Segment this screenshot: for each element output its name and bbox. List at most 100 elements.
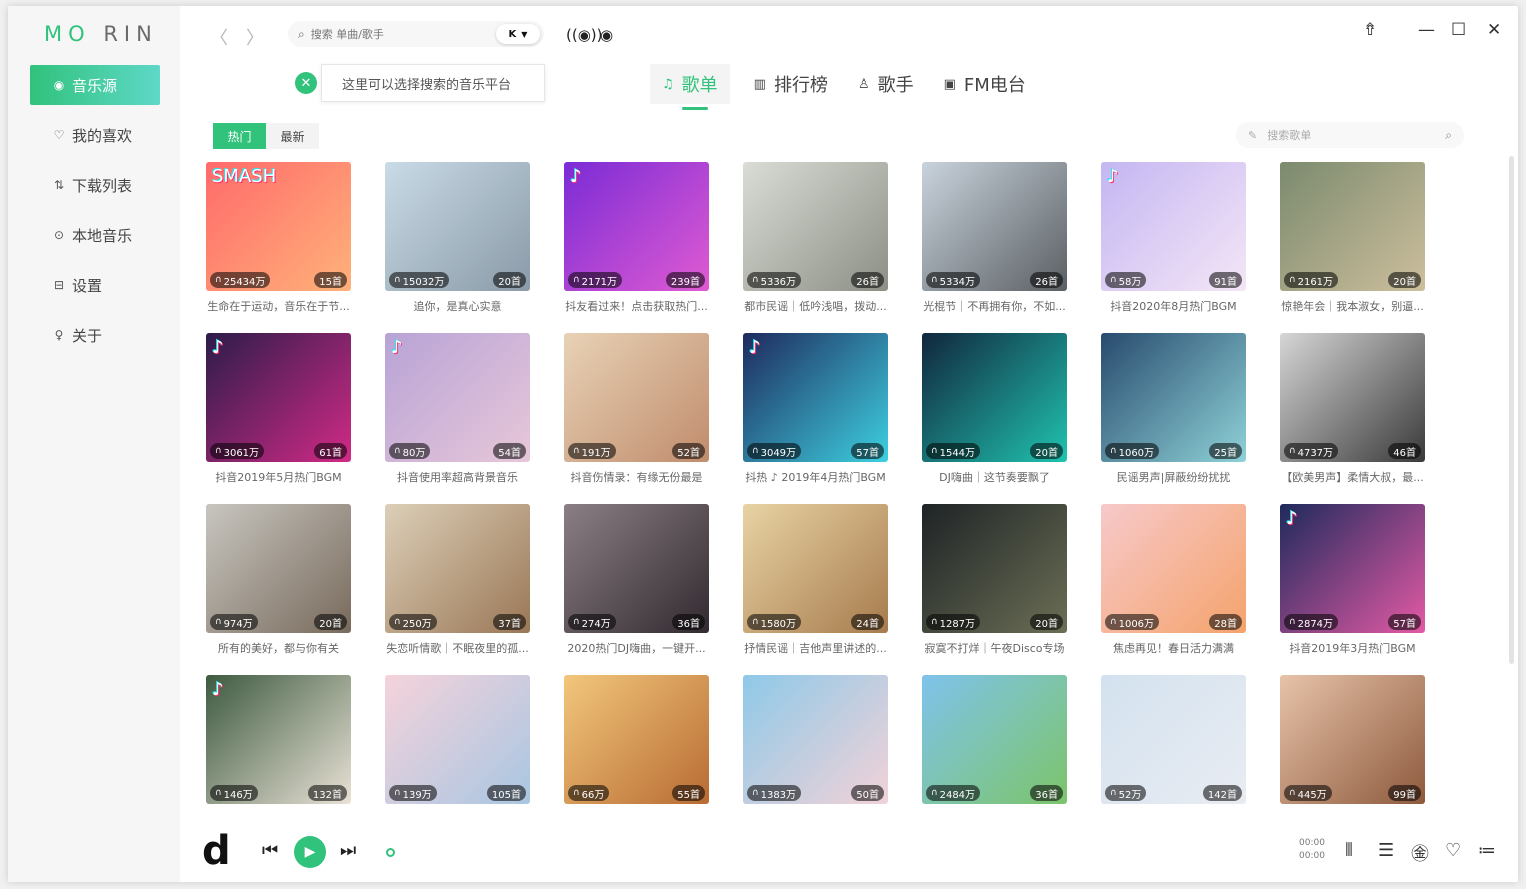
scrollbar[interactable] (1509, 156, 1514, 664)
playlist-cover[interactable]: ∩ 1060万 25首 (1101, 333, 1246, 462)
playlist-title[interactable]: 追你，是真心实意 (385, 298, 530, 314)
maximize-icon[interactable]: ☐ (1451, 20, 1466, 40)
forward-arrow-icon[interactable]: 〉 (246, 24, 264, 50)
play-mode-icon[interactable] (386, 848, 395, 857)
playlist-cover[interactable]: ∩ 5336万 26首 (743, 162, 888, 291)
playlist-title[interactable]: 抖音2019年5月热门BGM (206, 469, 351, 485)
playlist-cover[interactable]: ♪ ∩ 58万 91首 (1101, 162, 1246, 291)
playlist-card[interactable]: ∩ 191万 52首抖音伤情录：有缘无份最是 (564, 333, 709, 485)
playlist-title[interactable]: 抖音2020年8月热门BGM (1101, 298, 1246, 314)
playlist-cover[interactable]: ♪ ∩ 2874万 57首 (1280, 504, 1425, 633)
playlist-cover[interactable]: ∩ 4737万 46首 (1280, 333, 1425, 462)
playlist-cover[interactable]: ♪ ∩ 3049万 57首 (743, 333, 888, 462)
close-window-icon[interactable]: ✕ (1487, 20, 1501, 40)
playlist-title[interactable]: 失恋听情歌｜不眠夜里的孤... (385, 640, 530, 656)
playlist-card[interactable]: ∩ 2161万 20首惊艳年会｜我本淑女，别逼... (1280, 162, 1425, 314)
equalizer-icon[interactable]: ⦀ (1345, 840, 1353, 861)
playlist-title[interactable]: 抖热 ♪ 2019年4月热门BGM (743, 469, 888, 485)
sidebar-item-4[interactable]: ⊟ 设置 (30, 265, 160, 305)
playlist-cover[interactable]: ∩ 2161万 20首 (1280, 162, 1425, 291)
playlist-title[interactable]: 焦虑再见！春日活力满满 (1101, 640, 1246, 656)
playlist-card[interactable]: ∩ 2484万 36首 (922, 675, 1067, 804)
playlist-title[interactable]: 生命在于运动，音乐在于节... (206, 298, 351, 314)
playlist-card[interactable]: ∩ 1287万 20首寂寞不打烊｜午夜Disco专场 (922, 504, 1067, 656)
sidebar-item-3[interactable]: ⊙ 本地音乐 (30, 215, 160, 255)
playlist-card[interactable]: ∩ 445万 99首 (1280, 675, 1425, 804)
playlist-title[interactable]: 所有的美好，都与你有关 (206, 640, 351, 656)
playlist-search[interactable]: ✎ 搜索歌单 ⌕ (1236, 122, 1464, 148)
playlist-card[interactable]: ∩ 5336万 26首都市民谣｜低吟浅唱，拨动... (743, 162, 888, 314)
playlist-card[interactable]: ∩ 1006万 28首焦虑再见！春日活力满满 (1101, 504, 1246, 656)
playlist-card[interactable]: ∩ 5334万 26首光棍节｜不再拥有你，不如... (922, 162, 1067, 314)
subtab-1[interactable]: 最新 (266, 123, 319, 149)
playlist-cover[interactable]: ♪ ∩ 2171万 239首 (564, 162, 709, 291)
sidebar-item-5[interactable]: ♀ 关于 (30, 315, 160, 355)
playlist-card[interactable]: ∩ 1060万 25首民谣男声|屏蔽纷纷扰扰 (1101, 333, 1246, 485)
playlist-title[interactable]: 惊艳年会｜我本淑女，别逼... (1280, 298, 1425, 314)
playlist-card[interactable]: ∩ 1383万 50首 (743, 675, 888, 804)
playlist-cover[interactable]: ∩ 1287万 20首 (922, 504, 1067, 633)
sound-effects-icon[interactable]: ☰ (1378, 840, 1394, 861)
playlist-cover[interactable]: ∩ 1580万 24首 (743, 504, 888, 633)
playlist-cover[interactable]: ∩ 2484万 36首 (922, 675, 1067, 804)
playlist-card[interactable]: SMASH ∩ 25434万 15首生命在于运动，音乐在于节... (206, 162, 351, 314)
record-disc-icon[interactable]: ◉ (600, 26, 613, 44)
playlist-cover[interactable]: SMASH ∩ 25434万 15首 (206, 162, 351, 291)
playlist-card[interactable]: ♪ ∩ 3061万 61首抖音2019年5月热门BGM (206, 333, 351, 485)
listen-recognize-icon[interactable]: ((◉)) (566, 26, 603, 44)
playlist-card[interactable]: ♪ ∩ 2874万 57首抖音2019年3月热门BGM (1280, 504, 1425, 656)
search-input[interactable] (310, 27, 471, 41)
playlist-title[interactable]: 抖音伤情录：有缘无份最是 (564, 469, 709, 485)
playlist-card[interactable]: ∩ 1544万 20首 DJ嗨曲｜这节奏要飘了 (922, 333, 1067, 485)
tab-2[interactable]: ♙ 歌手 (852, 64, 920, 104)
playlist-title[interactable]: 民谣男声|屏蔽纷纷扰扰 (1101, 469, 1246, 485)
playlist-title[interactable]: DJ嗨曲｜这节奏要飘了 (922, 469, 1067, 485)
playlist-cover[interactable]: ♪ ∩ 80万 54首 (385, 333, 530, 462)
playlist-card[interactable]: ∩ 52万 142首 (1101, 675, 1246, 804)
back-arrow-icon[interactable]: 〈 (210, 24, 228, 50)
playlist-title[interactable]: 【欧美男声】柔情大叔，最... (1280, 469, 1425, 485)
playlist-cover[interactable]: ∩ 1006万 28首 (1101, 504, 1246, 633)
playlist-title[interactable]: 寂寞不打烊｜午夜Disco专场 (922, 640, 1067, 656)
previous-icon[interactable]: ⏮ (262, 840, 278, 861)
tab-0[interactable]: ♫ 歌单 (650, 64, 730, 110)
playlist-cover[interactable]: ∩ 974万 20首 (206, 504, 351, 633)
playlist-title[interactable]: 抖音2019年3月热门BGM (1280, 640, 1425, 656)
playlist-card[interactable]: ∩ 66万 55首 (564, 675, 709, 804)
playlist-cover[interactable]: ∩ 1383万 50首 (743, 675, 888, 804)
playlist-cover[interactable]: ∩ 66万 55首 (564, 675, 709, 804)
minimize-icon[interactable]: — (1418, 20, 1435, 40)
tooltip-close-button[interactable]: ✕ (295, 72, 317, 94)
playlist-cover[interactable]: ∩ 5334万 26首 (922, 162, 1067, 291)
playlist-title[interactable]: 抖友看过来！点击获取热门... (564, 298, 709, 314)
playlist-card[interactable]: ♪ ∩ 2171万 239首抖友看过来！点击获取热门... (564, 162, 709, 314)
playlist-cover[interactable]: ∩ 15032万 20首 (385, 162, 530, 291)
tab-3[interactable]: ▣ FM电台 (938, 64, 1032, 104)
sidebar-item-2[interactable]: ⇅ 下载列表 (30, 165, 160, 205)
playlist-cover[interactable]: ∩ 445万 99首 (1280, 675, 1425, 804)
playlist-cover[interactable]: ♪ ∩ 3061万 61首 (206, 333, 351, 462)
playlist-cover[interactable]: ∩ 191万 52首 (564, 333, 709, 462)
sidebar-item-1[interactable]: ♡ 我的喜欢 (30, 115, 160, 155)
playlist-title[interactable]: 光棍节｜不再拥有你，不如... (922, 298, 1067, 314)
playlist-card[interactable]: ♪ ∩ 80万 54首抖音使用率超高背景音乐 (385, 333, 530, 485)
playlist-title[interactable]: 2020热门DJ嗨曲，一键开... (564, 640, 709, 656)
playlist-card[interactable]: ♪ ∩ 58万 91首抖音2020年8月热门BGM (1101, 162, 1246, 314)
playlist-queue-icon[interactable]: ≔ (1478, 840, 1496, 861)
playlist-card[interactable]: ∩ 274万 36首 2020热门DJ嗨曲，一键开... (564, 504, 709, 656)
like-heart-icon[interactable]: ♡ (1445, 840, 1461, 861)
playlist-title[interactable]: 抖音使用率超高背景音乐 (385, 469, 530, 485)
playlist-card[interactable]: ∩ 250万 37首 失恋听情歌｜不眠夜里的孤... (385, 504, 530, 656)
playlist-title[interactable]: 都市民谣｜低吟浅唱，拨动... (743, 298, 888, 314)
playlist-cover[interactable]: ∩ 1544万 20首 (922, 333, 1067, 462)
playlist-card[interactable]: ♪ ∩ 146万 132首 (206, 675, 351, 804)
playlist-card[interactable]: ♪ ∩ 3049万 57首抖热 ♪ 2019年4月热门BGM (743, 333, 888, 485)
subtab-0[interactable]: 热门 (213, 123, 266, 149)
playlist-cover[interactable]: ∩ 274万 36首 (564, 504, 709, 633)
playlist-card[interactable]: ∩ 139万 105首 (385, 675, 530, 804)
playlist-card[interactable]: ∩ 974万 20首所有的美好，都与你有关 (206, 504, 351, 656)
playlist-cover[interactable]: ♪ ∩ 146万 132首 (206, 675, 351, 804)
next-icon[interactable]: ⏭ (340, 840, 356, 861)
playlist-card[interactable]: ∩ 4737万 46首【欧美男声】柔情大叔，最... (1280, 333, 1425, 485)
playlist-cover[interactable]: ∩ 139万 105首 (385, 675, 530, 804)
